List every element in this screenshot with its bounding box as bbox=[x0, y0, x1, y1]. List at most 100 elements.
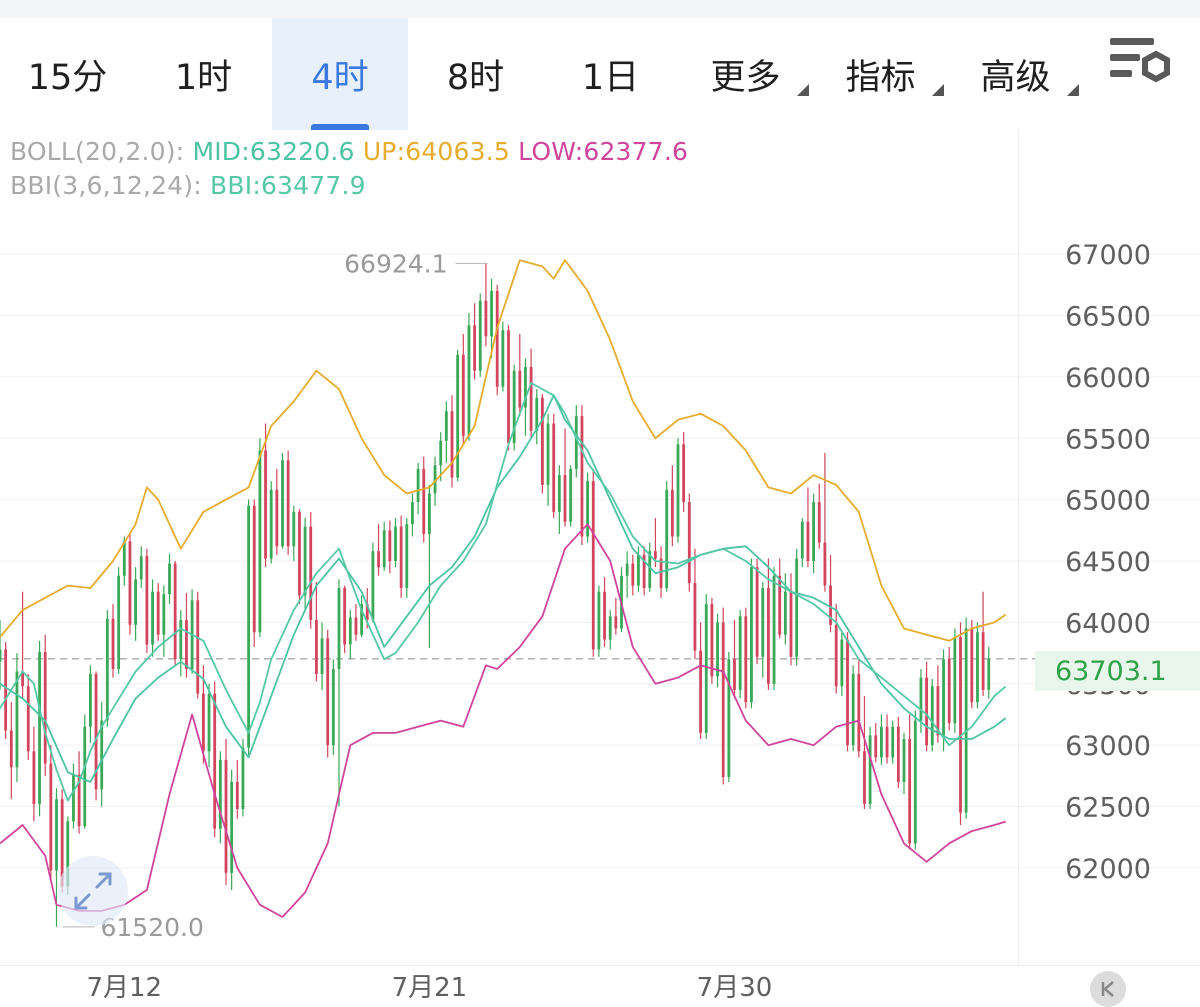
candle-body bbox=[682, 444, 686, 503]
candle-body bbox=[857, 673, 861, 752]
candle-body bbox=[388, 530, 392, 562]
kline-icon bbox=[1101, 981, 1114, 997]
candle-body bbox=[49, 763, 53, 871]
candle-body bbox=[885, 726, 889, 758]
candle-body bbox=[976, 632, 979, 703]
candle-body bbox=[789, 591, 793, 657]
candle-body bbox=[230, 781, 234, 873]
candle-body bbox=[591, 481, 595, 650]
candle-body bbox=[484, 300, 488, 337]
candle-body bbox=[326, 638, 330, 746]
boll-low-line bbox=[0, 523, 1006, 918]
candle-body bbox=[806, 521, 810, 562]
candle-body bbox=[258, 450, 262, 633]
candle-body bbox=[851, 673, 855, 746]
candle-body bbox=[687, 502, 691, 584]
candle-body bbox=[557, 475, 561, 512]
candle-body bbox=[913, 720, 917, 844]
candle-body bbox=[439, 440, 443, 466]
bbi-line bbox=[0, 382, 1007, 802]
candlestick-chart[interactable]: 6700066500660006550065000645006400063500… bbox=[0, 0, 1200, 1007]
candle-body bbox=[89, 673, 92, 727]
candle-body bbox=[614, 616, 618, 629]
expand-chart-button[interactable] bbox=[58, 856, 128, 926]
candle-body bbox=[625, 563, 629, 576]
candle-body bbox=[252, 505, 256, 633]
candle-body bbox=[343, 588, 347, 645]
candle-body bbox=[795, 558, 799, 657]
candle-body bbox=[461, 354, 465, 436]
candle-body bbox=[874, 735, 878, 758]
candle-body bbox=[145, 556, 149, 645]
candle-body bbox=[925, 677, 928, 746]
candle-body bbox=[151, 591, 154, 645]
candle-body bbox=[122, 541, 126, 576]
candle-body bbox=[196, 600, 200, 694]
candle-body bbox=[382, 530, 386, 568]
candle-body bbox=[416, 468, 420, 503]
candle-body bbox=[580, 416, 584, 537]
candle-body bbox=[32, 751, 36, 805]
candle-body bbox=[608, 616, 612, 640]
candle-body bbox=[750, 567, 753, 703]
candle-body bbox=[507, 330, 510, 444]
candle-body bbox=[269, 489, 273, 559]
candle-body bbox=[699, 650, 702, 733]
kline-toggle-button[interactable] bbox=[1090, 971, 1126, 1007]
candle-body bbox=[964, 628, 968, 813]
candle-body bbox=[473, 325, 476, 371]
candle-body bbox=[139, 556, 143, 580]
candle-body bbox=[320, 638, 324, 674]
candle-body bbox=[298, 511, 301, 596]
time-tick-label: 7月21 bbox=[392, 973, 468, 1003]
candle-body bbox=[456, 354, 460, 478]
candle-body bbox=[111, 618, 115, 670]
candle-body bbox=[371, 551, 375, 620]
candle-body bbox=[868, 735, 872, 805]
candle-body bbox=[563, 475, 567, 522]
time-tick-label: 7月12 bbox=[86, 973, 162, 1003]
candle-body bbox=[981, 632, 985, 690]
candle-body bbox=[495, 290, 499, 387]
price-tick-label: 64500 bbox=[1065, 547, 1151, 578]
boll-up-line bbox=[0, 259, 1007, 642]
candle-body bbox=[275, 489, 279, 547]
candle-body bbox=[303, 526, 307, 596]
boll-mid-line bbox=[0, 394, 1007, 783]
candle-body bbox=[727, 659, 731, 778]
candle-body bbox=[586, 481, 589, 537]
candle-body bbox=[450, 411, 454, 478]
candle-body bbox=[331, 669, 335, 746]
candle-body bbox=[105, 618, 109, 721]
candle-body bbox=[772, 575, 776, 684]
candle-body bbox=[676, 444, 680, 537]
candle-body bbox=[185, 619, 188, 670]
candle-body bbox=[902, 739, 906, 782]
candle-body bbox=[213, 693, 217, 829]
candle-body bbox=[467, 325, 471, 436]
candle-body bbox=[552, 423, 556, 512]
candle-body bbox=[761, 588, 765, 657]
candle-body bbox=[4, 649, 8, 731]
candle-body bbox=[501, 330, 505, 387]
candle-body bbox=[834, 624, 838, 687]
candle-body bbox=[72, 774, 75, 822]
candle-body bbox=[529, 367, 533, 431]
candle-body bbox=[247, 505, 250, 748]
candle-body bbox=[156, 591, 160, 635]
price-tick-label: 66500 bbox=[1065, 301, 1151, 332]
candle-body bbox=[309, 526, 313, 620]
candle-body bbox=[478, 300, 482, 371]
candle-body bbox=[880, 726, 883, 758]
candle-body bbox=[202, 693, 205, 752]
candle-body bbox=[693, 583, 697, 651]
high-price-label: 66924.1 bbox=[344, 249, 447, 278]
candle-body bbox=[241, 747, 245, 809]
candle-body bbox=[337, 588, 341, 670]
candle-body bbox=[15, 671, 19, 768]
last-price-label: 63703.1 bbox=[1055, 655, 1167, 687]
candle-body bbox=[168, 563, 171, 595]
candle-body bbox=[546, 423, 550, 485]
candle-body bbox=[315, 619, 318, 674]
candle-body bbox=[444, 411, 448, 441]
